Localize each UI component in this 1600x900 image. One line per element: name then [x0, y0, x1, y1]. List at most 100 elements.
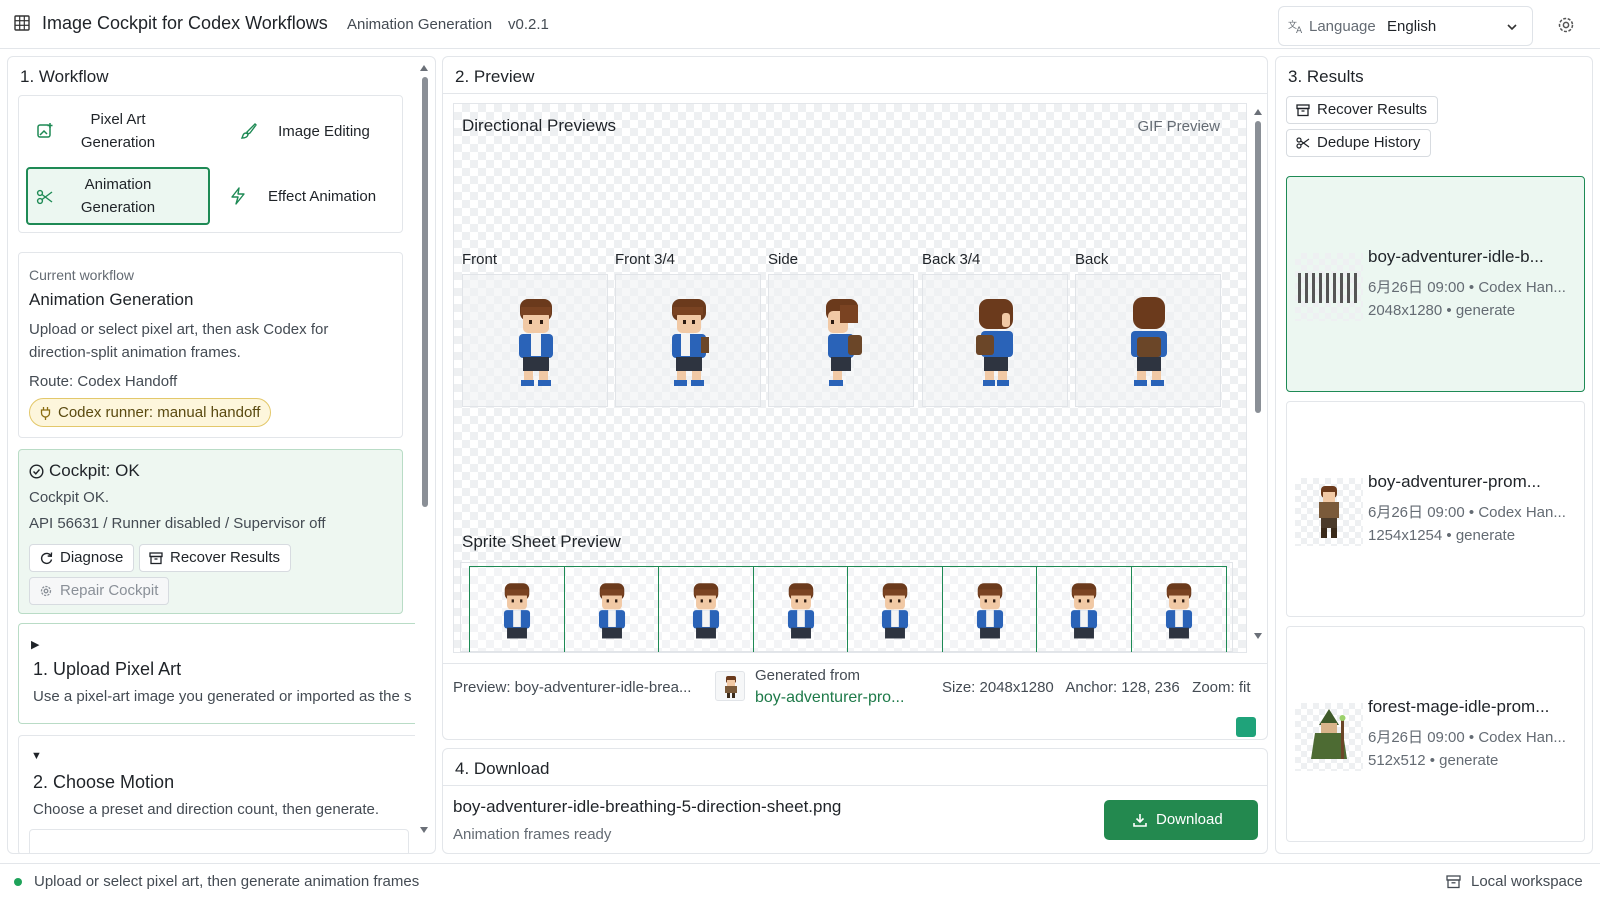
sprite-frame-icon [976, 583, 1003, 639]
direction-preview-back[interactable] [1075, 274, 1221, 407]
mode-label: Animation Generation [80, 176, 156, 216]
gear-icon [40, 585, 52, 597]
generated-from-link[interactable]: boy-adventurer-pro... [755, 689, 904, 707]
dedupe-history-label: Dedupe History [1317, 134, 1421, 151]
diagnose-button[interactable]: Diagnose [29, 544, 135, 572]
sprite-boy-thumb-icon [1319, 486, 1339, 538]
result-thumbnail [1295, 703, 1363, 771]
scrollbar-thumb[interactable] [422, 77, 428, 507]
gif-preview-toggle[interactable]: GIF Preview [1137, 118, 1220, 135]
directional-previews-title: Directional Previews [462, 116, 616, 135]
divider [443, 663, 1267, 664]
result-card[interactable]: forest-mage-idle-prom... 6月26日 09:00 • C… [1286, 626, 1585, 842]
language-label: Language [1309, 18, 1376, 35]
workflow-panel-title: 1. Workflow [20, 67, 109, 86]
divider [443, 93, 1267, 94]
gear-icon[interactable] [1555, 14, 1577, 36]
direction-preview-front[interactable] [462, 274, 608, 407]
direction-preview-back-3-4[interactable] [922, 274, 1068, 407]
sprite-sheet-title: Sprite Sheet Preview [462, 532, 621, 551]
scroll-up-arrow-icon[interactable] [1254, 109, 1262, 115]
sprite-back-icon [1131, 297, 1167, 386]
result-name: forest-mage-idle-prom... [1368, 697, 1550, 716]
download-file-name: boy-adventurer-idle-breathing-5-directio… [453, 797, 842, 816]
sprite-frame[interactable] [1132, 567, 1227, 652]
translate-icon: 文 A [1288, 19, 1303, 34]
divider [443, 785, 1267, 786]
result-size: 1254x1254 • generate [1368, 527, 1516, 544]
result-card[interactable]: boy-adventurer-idle-b... 6月26日 09:00 • C… [1286, 176, 1585, 392]
sprite-back-34-icon [976, 299, 1013, 386]
sprite-frame-icon [787, 583, 814, 639]
scroll-down-arrow-icon[interactable] [1254, 633, 1262, 639]
scissors-icon [36, 189, 53, 205]
caret-down-icon[interactable]: ▼ [31, 750, 42, 762]
workflow-scrollbar[interactable] [419, 63, 429, 853]
sprite-frame[interactable] [943, 567, 1037, 652]
scroll-down-arrow-icon[interactable] [420, 827, 428, 833]
sprite-frame[interactable] [1037, 567, 1132, 652]
app-subtitle: Animation Generation [347, 16, 493, 33]
step-choose-motion[interactable]: ▼ 2. Choose Motion Choose a preset and d… [18, 735, 415, 853]
step-description: Use a pixel-art image you generated or i… [33, 688, 412, 705]
result-size: 2048x1280 • generate [1368, 302, 1516, 319]
runner-badge: Codex runner: manual handoff [29, 398, 272, 427]
workflow-panel: 1. Workflow Pixel Art Generation Image E… [7, 56, 436, 854]
repair-cockpit-button[interactable]: Repair Cockpit [29, 577, 170, 605]
result-thumbnail [1295, 478, 1363, 546]
preview-panel: 2. Preview Directional Previews GIF Prev… [442, 56, 1268, 740]
cockpit-status-sub: Cockpit OK. [29, 489, 110, 506]
sprite-frame-icon [1165, 583, 1192, 639]
preview-meta: Size: 2048x1280 Anchor: 128, 236 Zoom: f… [942, 679, 1251, 696]
sprite-frame[interactable] [848, 567, 943, 652]
language-select[interactable]: 文 A Language English [1278, 6, 1533, 46]
workspace-label[interactable]: Local workspace [1471, 873, 1583, 890]
grid-icon [14, 15, 30, 31]
current-workflow-card: Current workflow Animation Generation Up… [18, 252, 403, 438]
language-value: English [1387, 18, 1437, 35]
direction-label: Back [1075, 251, 1109, 268]
sprite-side-icon [826, 299, 862, 386]
preview-scrollbar[interactable] [1253, 107, 1263, 639]
result-size: 512x512 • generate [1368, 752, 1499, 769]
lightning-icon [231, 187, 245, 205]
direction-label: Front 3/4 [615, 251, 676, 268]
background-color-swatch[interactable] [1236, 717, 1256, 737]
sprite-frame-icon [598, 583, 625, 639]
sprite-frame[interactable] [470, 567, 565, 652]
mode-animation-generation[interactable]: Animation Generation [26, 167, 210, 225]
results-panel-title: 3. Results [1288, 67, 1364, 86]
recover-results-button[interactable]: Recover Results [1286, 96, 1439, 124]
sprite-front-icon [519, 299, 553, 386]
direction-label: Front [462, 251, 498, 268]
direction-preview-front-3-4[interactable] [615, 274, 761, 407]
download-button[interactable]: Download [1104, 800, 1258, 840]
motion-preset-field[interactable] [29, 829, 409, 853]
recover-results-button[interactable]: Recover Results [139, 544, 292, 572]
sprite-sheet-strip[interactable] [469, 566, 1227, 652]
direction-preview-side[interactable] [768, 274, 914, 407]
scroll-up-arrow-icon[interactable] [420, 65, 428, 71]
caret-right-icon[interactable]: ▶ [31, 638, 39, 651]
sprite-frame[interactable] [565, 567, 659, 652]
brush-icon [240, 123, 257, 139]
route-text: Route: Codex Handoff [29, 373, 178, 390]
step-upload-pixel-art[interactable]: ▶ 1. Upload Pixel Art Use a pixel-art im… [18, 623, 415, 724]
result-time: 6月26日 09:00 • Codex Han... [1368, 279, 1566, 296]
download-panel: 4. Download boy-adventurer-idle-breathin… [442, 748, 1268, 854]
mode-pixel-art-generation[interactable]: Pixel Art Generation [26, 102, 210, 160]
mode-image-editing[interactable]: Image Editing [217, 102, 401, 160]
sprite-frame[interactable] [659, 567, 754, 652]
source-sprite-icon [725, 676, 737, 698]
status-bar: Upload or select pixel art, then generat… [0, 863, 1600, 900]
scrollbar-thumb[interactable] [1255, 121, 1261, 413]
download-status: Animation frames ready [453, 826, 612, 843]
dedupe-history-button[interactable]: Dedupe History [1286, 129, 1432, 157]
result-card[interactable]: boy-adventurer-prom... 6月26日 09:00 • Cod… [1286, 401, 1585, 617]
mode-effect-animation[interactable]: Effect Animation [217, 167, 401, 225]
sprite-frame[interactable] [754, 567, 848, 652]
source-thumbnail[interactable] [715, 671, 745, 701]
result-name: boy-adventurer-prom... [1368, 472, 1541, 491]
result-time: 6月26日 09:00 • Codex Han... [1368, 729, 1566, 746]
cockpit-status-title: Cockpit: OK [49, 461, 140, 480]
